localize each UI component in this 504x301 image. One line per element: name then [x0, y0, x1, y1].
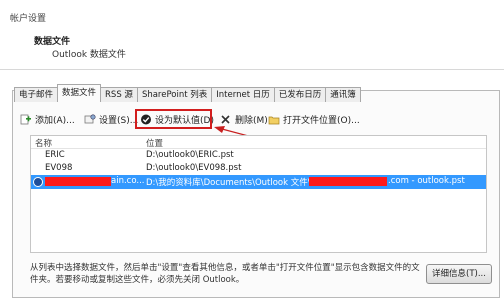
tab-published-calendar[interactable]: 已发布日历 — [273, 87, 327, 102]
delete-icon — [220, 114, 232, 125]
header-divider — [0, 69, 504, 70]
file-location: D:\outlook0\ERIC.pst — [146, 150, 234, 160]
tab-rss[interactable]: RSS 源 — [100, 87, 138, 102]
file-name: ain.co... — [111, 176, 145, 186]
column-header-location[interactable]: 位置 — [146, 137, 163, 149]
tab-data-files[interactable]: 数据文件 — [57, 84, 102, 102]
help-text: 从列表中选择数据文件，然后单击"设置"查看其他信息，或者单击"打开文件位置"显示… — [30, 263, 420, 285]
set-default-highlight-box — [135, 109, 212, 129]
file-name: ERIC — [45, 150, 65, 160]
tab-internet-calendar[interactable]: Internet 日历 — [211, 87, 275, 102]
settings-button-label: 设置(S)... — [99, 115, 139, 126]
tab-strip: 电子邮件 数据文件 RSS 源 SharePoint 列表 Internet 日… — [14, 84, 361, 102]
list-item[interactable]: ERIC D:\outlook0\ERIC.pst — [31, 149, 486, 162]
section-subtitle: Outlook 数据文件 — [52, 50, 126, 60]
data-file-list[interactable]: 名称 位置 ERIC D:\outlook0\ERIC.pst EV098 D:… — [30, 135, 487, 253]
list-header: 名称 位置 — [31, 136, 486, 149]
tab-sharepoint[interactable]: SharePoint 列表 — [136, 87, 213, 102]
folder-icon — [268, 114, 280, 125]
file-location: D:\outlook0\EV098.pst — [146, 163, 242, 173]
redaction-bar — [309, 177, 387, 186]
redaction-bar — [45, 177, 111, 186]
details-button[interactable]: 详细信息(T)... — [426, 264, 492, 284]
settings-icon — [84, 113, 96, 125]
window-title: 帐户设置 — [10, 14, 47, 24]
file-location: D:\我的资料库\Documents\Outlook 文件\ — [146, 178, 311, 188]
file-name: EV098 — [45, 163, 73, 173]
open-file-location-label: 打开文件位置(O)... — [283, 115, 360, 126]
default-check-icon — [33, 177, 43, 187]
add-button[interactable]: 添加(A)... — [20, 111, 75, 127]
add-button-label: 添加(A)... — [35, 115, 75, 126]
delete-button-label: 删除(M) — [235, 115, 268, 126]
file-location-tail: .com - outlook.pst — [388, 176, 465, 186]
section-title: 数据文件 — [34, 37, 71, 47]
tab-email[interactable]: 电子邮件 — [14, 87, 59, 102]
column-header-name[interactable]: 名称 — [35, 137, 52, 149]
tab-address-book[interactable]: 通讯簿 — [325, 87, 361, 102]
list-item-selected[interactable]: ain.co... D:\我的资料库\Documents\Outlook 文件\… — [31, 175, 486, 189]
settings-button[interactable]: 设置(S)... — [84, 111, 138, 127]
add-file-icon — [20, 114, 32, 125]
list-item[interactable]: EV098 D:\outlook0\EV098.pst — [31, 162, 486, 175]
